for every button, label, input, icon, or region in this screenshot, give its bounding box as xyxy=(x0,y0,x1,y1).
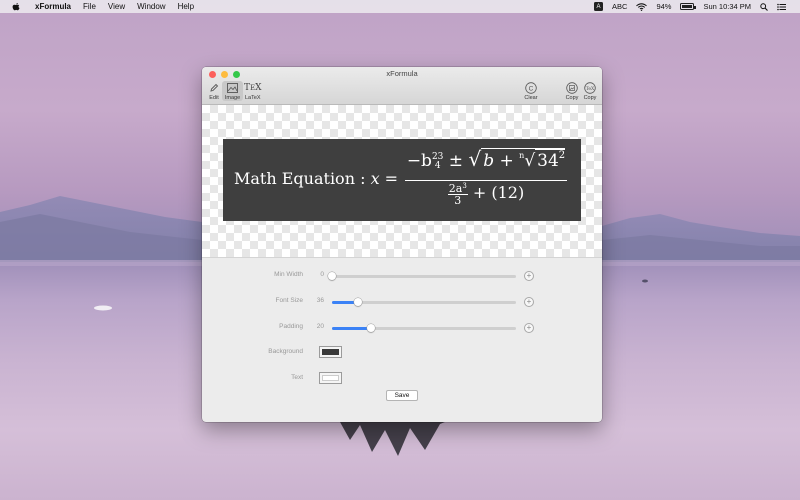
text-color-swatch xyxy=(322,375,339,381)
settings-panel: Min Width 0 + Font Size 36 + Padding 20 … xyxy=(202,259,602,422)
padding-plus-button[interactable]: + xyxy=(524,323,534,333)
copy-tex-button[interactable]: TeX Copy xyxy=(583,81,597,101)
equation-fraction: −b 23 4 ± √ b + n√ 342 2a3 3 + (12) xyxy=(405,147,567,206)
font-size-label: Font Size xyxy=(275,297,303,304)
background-label: Background xyxy=(268,348,303,355)
padding-value: 20 xyxy=(316,323,324,330)
notification-center-icon[interactable] xyxy=(777,3,786,11)
num-minus-b: −b xyxy=(406,151,432,171)
equation-lhs: Math Equation : x = xyxy=(234,169,398,188)
clear-button[interactable]: C Clear xyxy=(524,81,538,101)
nested-radicand: 342 xyxy=(535,149,566,171)
save-button[interactable]: Save xyxy=(386,390,418,401)
title-bar[interactable]: xFormula Edit Image TEX LaTeX C Clear Co… xyxy=(202,67,602,105)
latex-button[interactable]: TEX LaTeX xyxy=(244,81,262,101)
edit-label: Edit xyxy=(209,95,219,101)
app-window: xFormula Edit Image TEX LaTeX C Clear Co… xyxy=(202,67,602,422)
font-size-slider[interactable] xyxy=(332,298,516,306)
apple-logo-icon[interactable] xyxy=(11,2,21,12)
battery-level xyxy=(682,5,692,8)
clear-icon: C xyxy=(524,81,538,95)
equation-prefix: Math Equation : xyxy=(234,169,371,188)
svg-text:C: C xyxy=(529,85,534,92)
min-width-row: Min Width 0 + xyxy=(202,269,602,283)
background-color-well[interactable] xyxy=(319,346,342,358)
spotlight-search-icon[interactable] xyxy=(760,2,768,11)
menu-bar: xFormula File View Window Help A ABC 94%… xyxy=(0,0,800,13)
min-width-value: 0 xyxy=(320,271,324,278)
text-color-well[interactable] xyxy=(319,372,342,384)
image-label: Image xyxy=(224,95,241,101)
equation-equals: = xyxy=(379,169,399,188)
num-sqrt-b: b + xyxy=(483,151,520,171)
min-width-slider-knob[interactable] xyxy=(328,272,336,280)
latex-label: LaTeX xyxy=(245,95,261,101)
input-source-icon[interactable]: A xyxy=(594,2,604,11)
background-color-swatch xyxy=(322,349,339,355)
image-icon xyxy=(226,81,240,95)
font-size-value: 36 xyxy=(316,297,324,304)
wifi-icon[interactable] xyxy=(636,2,648,11)
font-size-slider-knob[interactable] xyxy=(353,298,362,306)
preview-canvas: Math Equation : x = −b 23 4 ± √ b + n√ 342 2… xyxy=(202,105,602,258)
copy-tex-label: Copy xyxy=(583,95,597,101)
status-area: A ABC 94% Sun 10:34 PM xyxy=(594,0,786,13)
battery-percent: 94% xyxy=(656,2,672,11)
nth-root-sign-icon: √ xyxy=(524,151,536,171)
background-row: Background xyxy=(202,346,602,360)
copy-image-button[interactable]: Copy xyxy=(565,81,579,101)
copy-tex-icon: TeX xyxy=(583,81,597,95)
tex-icon: TEX xyxy=(244,83,262,93)
num-inner: 34 xyxy=(537,151,559,171)
equation-denominator: 2a3 3 + (12) xyxy=(405,183,567,206)
input-source-label[interactable]: ABC xyxy=(612,2,627,11)
sqrt-sign-icon: √ xyxy=(468,147,482,171)
padding-label: Padding xyxy=(279,323,303,330)
font-size-plus-button[interactable]: + xyxy=(524,297,534,307)
num-inner-sup: 2 xyxy=(558,150,566,161)
den-rest: + (12) xyxy=(467,183,525,202)
min-width-plus-button[interactable]: + xyxy=(524,271,534,281)
copy-image-label: Copy xyxy=(565,95,579,101)
clock[interactable]: Sun 10:34 PM xyxy=(703,2,751,11)
den-small-fraction: 2a3 3 xyxy=(447,182,468,207)
fraction-bar xyxy=(405,180,567,181)
font-size-row: Font Size 36 + xyxy=(202,295,602,309)
pencil-icon xyxy=(207,81,221,95)
equation-numerator: −b 23 4 ± √ b + n√ 342 xyxy=(405,147,567,177)
image-button[interactable]: Image xyxy=(222,81,243,101)
padding-row: Padding 20 + xyxy=(202,321,602,335)
text-color-label: Text xyxy=(291,374,303,381)
num-pm: ± xyxy=(443,151,469,171)
equation-variable: x xyxy=(370,169,380,188)
menu-file[interactable]: File xyxy=(83,2,96,11)
num-b-sub: 4 xyxy=(434,161,441,171)
menu-window[interactable]: Window xyxy=(137,2,165,11)
copy-image-icon xyxy=(565,81,579,95)
text-color-row: Text xyxy=(202,372,602,386)
edit-button[interactable]: Edit xyxy=(207,81,221,101)
padding-slider[interactable] xyxy=(332,324,516,332)
den-three: 3 xyxy=(454,194,462,207)
menu-app-name[interactable]: xFormula xyxy=(35,2,71,11)
menu-help[interactable]: Help xyxy=(178,2,194,11)
clear-label: Clear xyxy=(524,95,538,101)
svg-text:TeX: TeX xyxy=(586,86,595,92)
window-title: xFormula xyxy=(386,69,418,78)
equation-image[interactable]: Math Equation : x = −b 23 4 ± √ b + n√ 342 2… xyxy=(223,139,581,221)
min-width-label: Min Width xyxy=(274,271,303,278)
sqrt-radicand: b + n√ 342 xyxy=(481,148,566,171)
padding-slider-knob[interactable] xyxy=(366,324,375,332)
den-a-sup: 3 xyxy=(462,182,467,190)
menu-view[interactable]: View xyxy=(108,2,125,11)
battery-icon[interactable] xyxy=(680,3,697,10)
min-width-slider[interactable] xyxy=(328,272,516,280)
